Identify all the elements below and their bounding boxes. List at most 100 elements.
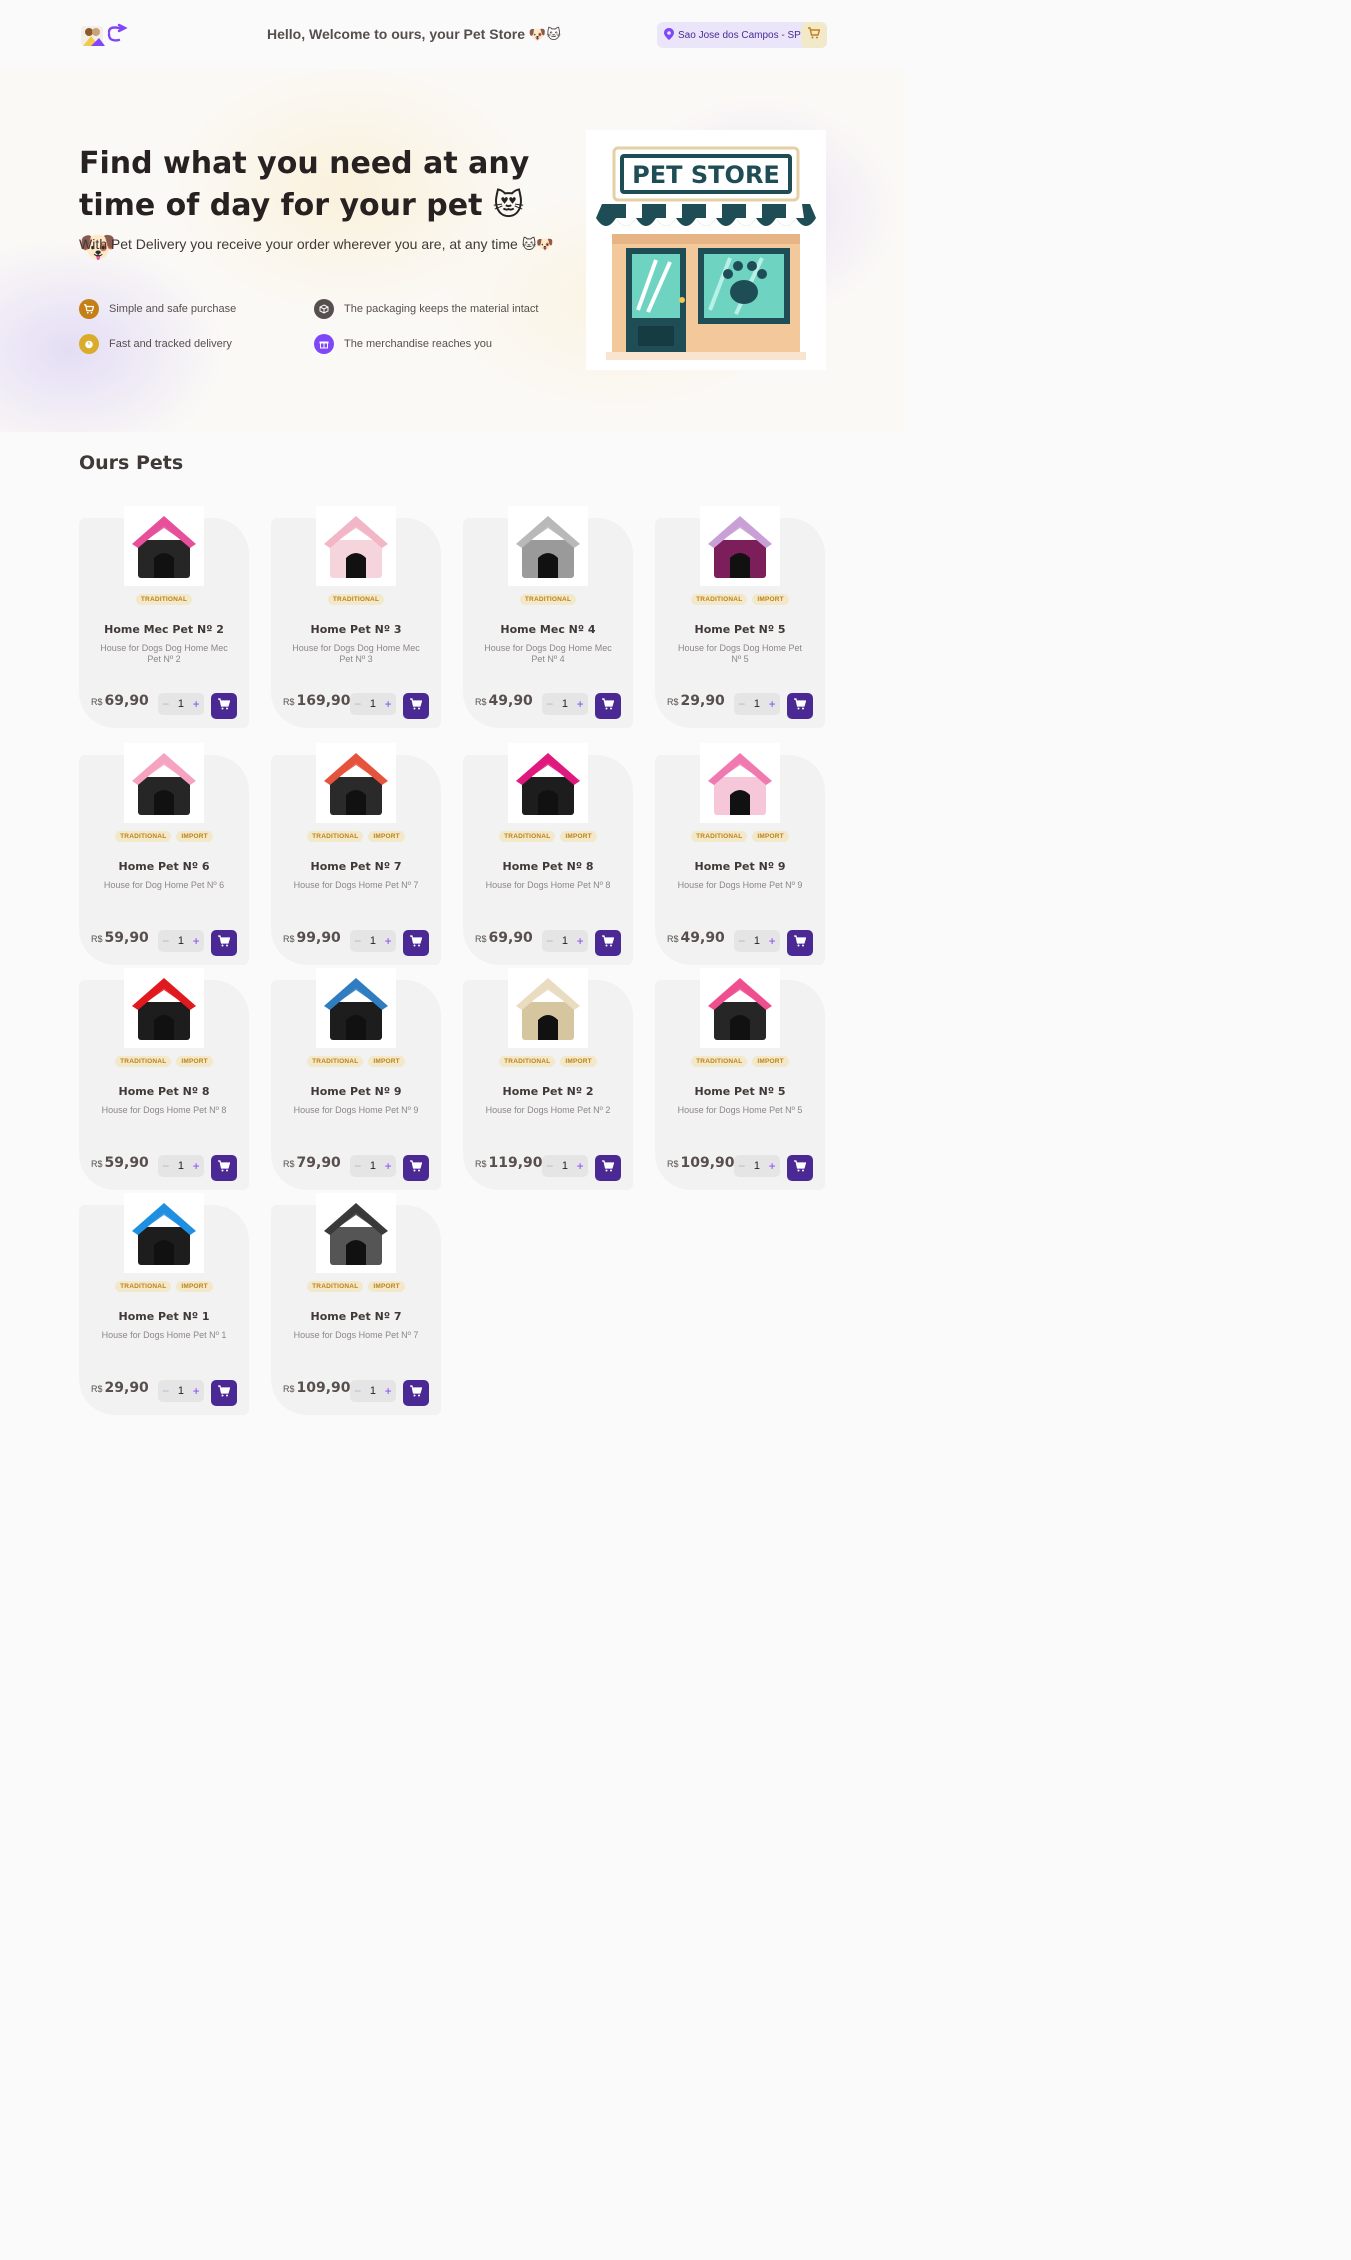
currency-label: R$ bbox=[283, 697, 295, 707]
plus-icon[interactable]: + bbox=[385, 1385, 392, 1397]
location-badge[interactable]: Sao Jose dos Campos - SP bbox=[657, 22, 810, 48]
product-description: House for Dogs Home Pet Nº 2 bbox=[485, 1105, 611, 1115]
product-tag: IMPORT bbox=[752, 594, 789, 605]
product-description: House for Dogs Home Pet Nº 7 bbox=[293, 880, 419, 890]
product-card[interactable]: TRADITIONAL IMPORT Home Pet Nº 8 House fo… bbox=[463, 743, 633, 965]
minus-icon[interactable]: − bbox=[546, 698, 553, 710]
product-image bbox=[316, 968, 396, 1048]
minus-icon[interactable]: − bbox=[354, 1385, 361, 1397]
product-tags: TRADITIONAL bbox=[463, 594, 633, 605]
minus-icon[interactable]: − bbox=[162, 1160, 169, 1172]
add-to-cart-button[interactable] bbox=[595, 693, 621, 719]
product-tag: IMPORT bbox=[176, 1056, 213, 1067]
product-card[interactable]: TRADITIONAL IMPORT Home Pet Nº 5 House fo… bbox=[655, 968, 825, 1190]
currency-label: R$ bbox=[283, 934, 295, 944]
minus-icon[interactable]: − bbox=[354, 698, 361, 710]
quantity-value: 1 bbox=[753, 1160, 761, 1172]
add-to-cart-button[interactable] bbox=[211, 1155, 237, 1181]
plus-icon[interactable]: + bbox=[193, 1160, 200, 1172]
product-description: House for Dogs Dog Home Mec Pet Nº 4 bbox=[484, 643, 612, 664]
currency-label: R$ bbox=[667, 697, 679, 707]
quantity-stepper: − 1 + bbox=[350, 1380, 396, 1402]
plus-icon[interactable]: + bbox=[385, 935, 392, 947]
add-to-cart-button[interactable] bbox=[595, 1155, 621, 1181]
product-tag: IMPORT bbox=[560, 831, 597, 842]
product-tags: TRADITIONAL IMPORT bbox=[271, 831, 441, 842]
product-image bbox=[508, 743, 588, 823]
add-to-cart-button[interactable] bbox=[403, 693, 429, 719]
minus-icon[interactable]: − bbox=[162, 698, 169, 710]
minus-icon[interactable]: − bbox=[162, 935, 169, 947]
plus-icon[interactable]: + bbox=[769, 698, 776, 710]
quantity-stepper: − 1 + bbox=[542, 930, 588, 952]
product-card[interactable]: TRADITIONAL IMPORT Home Pet Nº 8 House fo… bbox=[79, 968, 249, 1190]
product-image bbox=[124, 968, 204, 1048]
pet-store-illustration: PET STORE bbox=[586, 130, 826, 370]
product-card[interactable]: TRADITIONAL IMPORT Home Pet Nº 5 House fo… bbox=[655, 506, 825, 728]
add-to-cart-button[interactable] bbox=[787, 930, 813, 956]
minus-icon[interactable]: − bbox=[546, 935, 553, 947]
plus-icon[interactable]: + bbox=[385, 1160, 392, 1172]
product-card[interactable]: TRADITIONAL Home Pet Nº 3 House for Dogs… bbox=[271, 506, 441, 728]
price-value: 49,90 bbox=[488, 693, 533, 709]
price-value: 109,90 bbox=[680, 1155, 735, 1171]
minus-icon[interactable]: − bbox=[546, 1160, 553, 1172]
plus-icon[interactable]: + bbox=[193, 1385, 200, 1397]
product-card[interactable]: TRADITIONAL IMPORT Home Pet Nº 2 House fo… bbox=[463, 968, 633, 1190]
product-card[interactable]: TRADITIONAL IMPORT Home Pet Nº 9 House fo… bbox=[655, 743, 825, 965]
product-image bbox=[316, 1193, 396, 1273]
product-card[interactable]: TRADITIONAL Home Mec Pet Nº 2 House for … bbox=[79, 506, 249, 728]
add-to-cart-button[interactable] bbox=[211, 930, 237, 956]
product-card[interactable]: TRADITIONAL IMPORT Home Pet Nº 7 House fo… bbox=[271, 1193, 441, 1415]
currency-label: R$ bbox=[283, 1384, 295, 1394]
product-tag: TRADITIONAL bbox=[499, 1056, 556, 1067]
plus-icon[interactable]: + bbox=[385, 698, 392, 710]
header-cart-button[interactable] bbox=[801, 22, 827, 48]
add-to-cart-button[interactable] bbox=[787, 693, 813, 719]
minus-icon[interactable]: − bbox=[738, 698, 745, 710]
product-card[interactable]: TRADITIONAL Home Mec Nº 4 House for Dogs… bbox=[463, 506, 633, 728]
product-card[interactable]: TRADITIONAL IMPORT Home Pet Nº 7 House fo… bbox=[271, 743, 441, 965]
product-card[interactable]: TRADITIONAL IMPORT Home Pet Nº 1 House fo… bbox=[79, 1193, 249, 1415]
product-card[interactable]: TRADITIONAL IMPORT Home Pet Nº 9 House fo… bbox=[271, 968, 441, 1190]
add-to-cart-button[interactable] bbox=[211, 693, 237, 719]
quantity-value: 1 bbox=[561, 698, 569, 710]
minus-icon[interactable]: − bbox=[738, 1160, 745, 1172]
minus-icon[interactable]: − bbox=[354, 935, 361, 947]
section-title: Ours Pets bbox=[79, 452, 184, 474]
currency-label: R$ bbox=[91, 1159, 103, 1169]
feature-label: Fast and tracked delivery bbox=[109, 338, 232, 350]
add-to-cart-button[interactable] bbox=[595, 930, 621, 956]
plus-icon[interactable]: + bbox=[577, 935, 584, 947]
product-tags: TRADITIONAL IMPORT bbox=[655, 594, 825, 605]
product-image bbox=[124, 743, 204, 823]
cart-icon bbox=[602, 934, 615, 952]
add-to-cart-button[interactable] bbox=[403, 930, 429, 956]
product-title: Home Pet Nº 6 bbox=[118, 860, 210, 873]
greeting-text: Hello, Welcome to ours, your Pet Store 🐶… bbox=[267, 26, 561, 42]
add-to-cart-button[interactable] bbox=[787, 1155, 813, 1181]
quantity-value: 1 bbox=[369, 935, 377, 947]
minus-icon[interactable]: − bbox=[738, 935, 745, 947]
minus-icon[interactable]: − bbox=[162, 1385, 169, 1397]
product-tag: TRADITIONAL bbox=[307, 1056, 364, 1067]
quantity-stepper: − 1 + bbox=[350, 693, 396, 715]
add-to-cart-button[interactable] bbox=[403, 1155, 429, 1181]
plus-icon[interactable]: + bbox=[577, 698, 584, 710]
price-value: 49,90 bbox=[680, 930, 725, 946]
logo[interactable] bbox=[79, 22, 131, 50]
product-description: House for Dogs Dog Home Pet Nº 5 bbox=[677, 643, 803, 664]
product-image bbox=[508, 968, 588, 1048]
quantity-value: 1 bbox=[561, 1160, 569, 1172]
minus-icon[interactable]: − bbox=[354, 1160, 361, 1172]
product-image bbox=[124, 1193, 204, 1273]
currency-label: R$ bbox=[475, 934, 487, 944]
product-card[interactable]: TRADITIONAL IMPORT Home Pet Nº 6 House fo… bbox=[79, 743, 249, 965]
plus-icon[interactable]: + bbox=[193, 935, 200, 947]
plus-icon[interactable]: + bbox=[577, 1160, 584, 1172]
plus-icon[interactable]: + bbox=[769, 1160, 776, 1172]
add-to-cart-button[interactable] bbox=[211, 1380, 237, 1406]
add-to-cart-button[interactable] bbox=[403, 1380, 429, 1406]
plus-icon[interactable]: + bbox=[193, 698, 200, 710]
plus-icon[interactable]: + bbox=[769, 935, 776, 947]
